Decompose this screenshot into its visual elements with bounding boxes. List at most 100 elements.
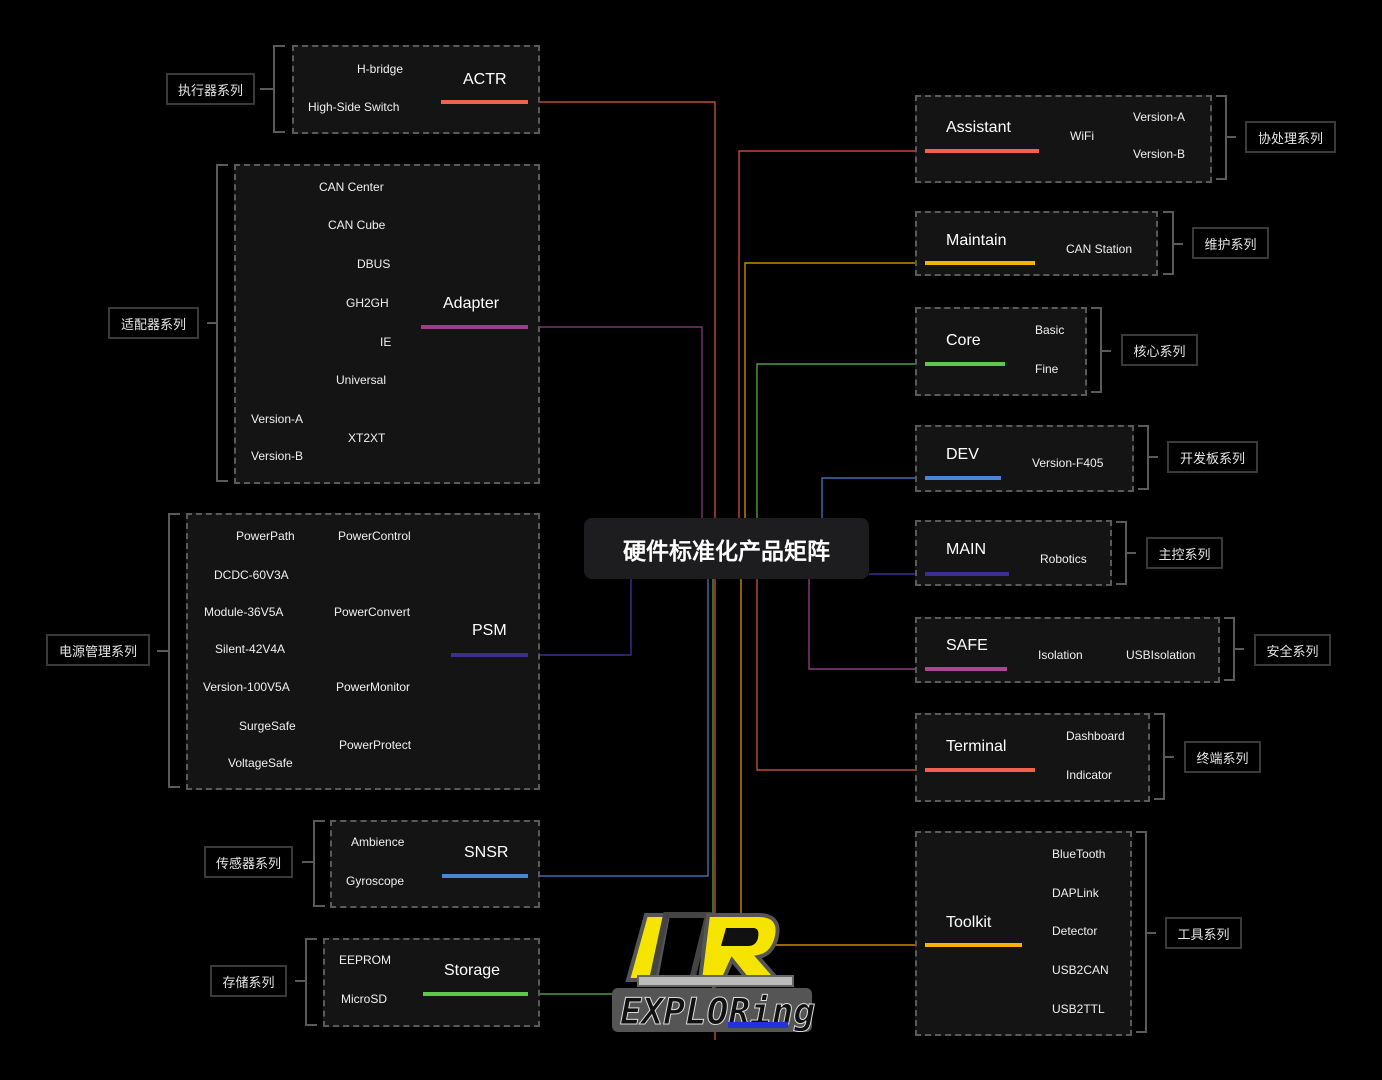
- item-indicator: Indicator: [1066, 768, 1113, 782]
- category-core: 核心系列: [1121, 334, 1198, 366]
- bracket-tick: [260, 88, 274, 90]
- item-bluetooth: BlueTooth: [1052, 847, 1106, 861]
- group-title-actr: ACTR: [463, 71, 507, 88]
- item-isolation: Isolation: [1038, 648, 1083, 662]
- item-can-station: CAN Station: [1066, 242, 1133, 256]
- logo-ar-mark: [625, 912, 794, 987]
- category-maintenance: 维护系列: [1192, 227, 1269, 259]
- category-main-control: 主控系列: [1146, 537, 1223, 569]
- group-title-snsr: SNSR: [464, 844, 509, 861]
- item-wifi: WiFi: [1070, 129, 1094, 143]
- item-dashboard: Dashboard: [1066, 729, 1125, 743]
- group-title-storage: Storage: [444, 962, 501, 979]
- wire-terminal: [756, 579, 926, 771]
- logo-exploring-text: EXPLORing: [612, 988, 816, 1034]
- bracket-tick: [1164, 756, 1174, 758]
- item-powerprotect: PowerProtect: [339, 738, 412, 752]
- wire-safe: [808, 579, 926, 670]
- category-coprocessor: 协处理系列: [1245, 121, 1336, 153]
- category-tools: 工具系列: [1165, 917, 1242, 949]
- item-gh2gh: GH2GH: [346, 296, 389, 310]
- bar-core: [925, 362, 1005, 366]
- item-version-100v5a: Version-100V5A: [203, 680, 290, 694]
- item-powerpath: PowerPath: [236, 529, 295, 543]
- bracket: [216, 164, 228, 482]
- group-title-maintain: Maintain: [946, 232, 1007, 249]
- item-powercontrol: PowerControl: [338, 529, 411, 543]
- item-gyroscope: Gyroscope: [346, 874, 405, 888]
- item-surgesafe: SurgeSafe: [239, 719, 296, 733]
- item-xt2xt-version-a: Version-A: [251, 412, 304, 426]
- item-can-cube: CAN Cube: [328, 218, 386, 232]
- category-sensor: 传感器系列: [204, 846, 293, 878]
- item-powermonitor: PowerMonitor: [336, 680, 411, 694]
- bar-psm: [451, 653, 528, 657]
- category-storage: 存储系列: [210, 965, 287, 997]
- bracket: [313, 820, 325, 907]
- wire-psm: [527, 579, 632, 656]
- group-title-psm: PSM: [472, 622, 507, 639]
- item-ie: IE: [380, 335, 392, 349]
- group-actr: [292, 45, 540, 134]
- item-microsd: MicroSD: [341, 992, 388, 1006]
- bar-toolkit: [925, 943, 1022, 947]
- item-usb2ttl: USB2TTL: [1052, 1002, 1105, 1016]
- wire-core: [756, 363, 926, 518]
- bar-safe: [925, 667, 1007, 671]
- category-adapter: 适配器系列: [108, 307, 199, 339]
- category-actuator: 执行器系列: [166, 73, 255, 105]
- wire-adapter: [527, 326, 703, 518]
- category-safety: 安全系列: [1254, 634, 1331, 666]
- bracket-tick: [1146, 932, 1156, 934]
- bracket: [168, 513, 180, 788]
- group-terminal: [915, 713, 1150, 802]
- bar-storage: [423, 992, 528, 996]
- bracket-tick: [1148, 456, 1158, 458]
- item-dbus: DBUS: [357, 257, 391, 271]
- item-assistant-version-b: Version-B: [1133, 147, 1186, 161]
- item-dcdc-60v3a: DCDC-60V3A: [214, 568, 289, 582]
- item-h-bridge: H-bridge: [357, 62, 404, 76]
- category-terminal: 终端系列: [1184, 741, 1261, 773]
- bracket-tick: [1126, 552, 1136, 554]
- item-eeprom: EEPROM: [339, 953, 392, 967]
- item-can-center: CAN Center: [319, 180, 384, 194]
- bar-snsr: [442, 874, 528, 878]
- item-powerconvert: PowerConvert: [334, 605, 411, 619]
- bar-dev: [925, 476, 1001, 480]
- ar-exploring-logo: EXPLORing: [612, 912, 816, 1034]
- item-basic: Basic: [1035, 323, 1065, 337]
- group-title-adapter: Adapter: [443, 295, 500, 312]
- item-high-side-switch: High-Side Switch: [308, 100, 400, 114]
- item-universal: Universal: [336, 373, 387, 387]
- wire-assistant: [738, 150, 926, 518]
- group-title-safe: SAFE: [946, 637, 988, 654]
- item-usb2can: USB2CAN: [1052, 963, 1109, 977]
- item-robotics: Robotics: [1040, 552, 1087, 566]
- wire-toolkit: [740, 579, 926, 946]
- bar-adapter: [421, 325, 528, 329]
- wire-dev: [821, 477, 926, 518]
- bracket: [305, 938, 317, 1026]
- bracket: [273, 45, 285, 133]
- group-title-main: MAIN: [946, 541, 986, 558]
- bar-maintain: [925, 261, 1035, 265]
- item-detector: Detector: [1052, 924, 1098, 938]
- item-usbisolation: USBIsolation: [1126, 648, 1196, 662]
- group-snsr: [330, 820, 540, 908]
- item-daplink: DAPLink: [1052, 886, 1099, 900]
- category-dev-board: 开发板系列: [1167, 441, 1258, 473]
- group-title-assistant: Assistant: [946, 119, 1011, 136]
- group-title-toolkit: Toolkit: [946, 914, 992, 931]
- group-title-core: Core: [946, 332, 981, 349]
- bracket-tick: [1226, 136, 1236, 138]
- item-ambience: Ambience: [351, 835, 405, 849]
- group-core: [915, 307, 1087, 396]
- item-xt2xt-version-b: Version-B: [251, 449, 304, 463]
- group-title-terminal: Terminal: [946, 738, 1007, 755]
- bar-terminal: [925, 768, 1035, 772]
- bracket-tick: [1173, 243, 1183, 245]
- bar-assistant: [925, 149, 1039, 153]
- item-xt2xt: XT2XT: [348, 431, 386, 445]
- item-voltagesafe: VoltageSafe: [228, 756, 293, 770]
